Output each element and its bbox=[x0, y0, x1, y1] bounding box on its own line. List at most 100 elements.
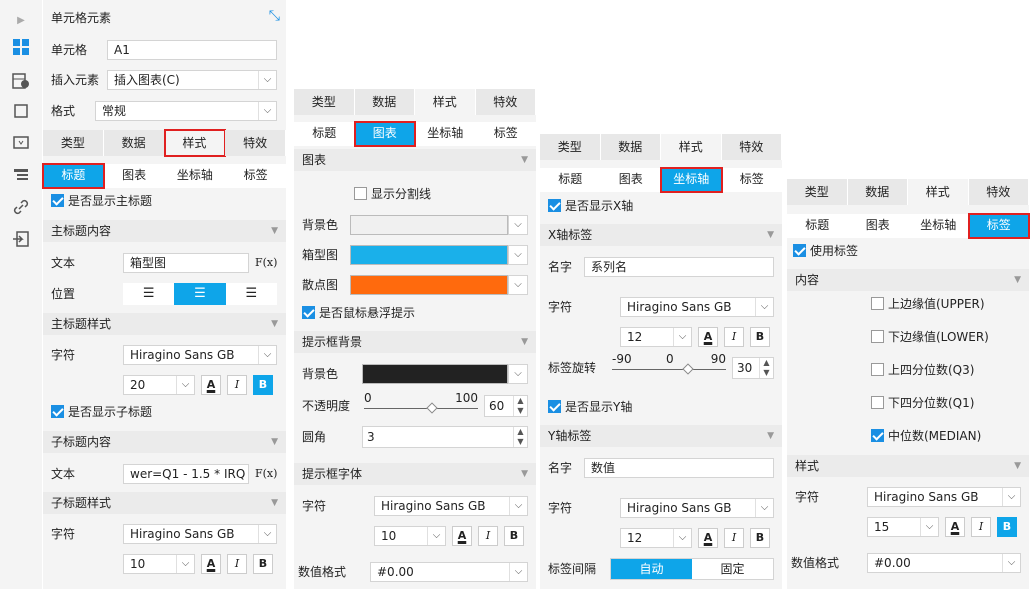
cell-element-icon[interactable] bbox=[12, 38, 30, 56]
q3-checkbox[interactable]: 上四分位数(Q3) bbox=[871, 362, 974, 378]
cell-input[interactable]: A1 bbox=[107, 40, 277, 60]
spinner-arrows-icon[interactable]: ▲ ▼ bbox=[513, 427, 527, 447]
median-checkbox[interactable]: 中位数(MEDIAN) bbox=[871, 428, 981, 444]
format-select[interactable]: 常规 ⌵ bbox=[95, 101, 277, 121]
slider-knob[interactable] bbox=[426, 402, 438, 414]
align-left-icon[interactable]: ☰ bbox=[123, 283, 174, 305]
subtab-chart[interactable]: 图表 bbox=[848, 214, 909, 238]
rotation-spinner[interactable]: 30 ▲ ▼ bbox=[732, 357, 774, 379]
section-x-label[interactable]: X轴标签 ▼ bbox=[540, 224, 782, 246]
x-name-input[interactable]: 系列名 bbox=[584, 257, 774, 277]
number-format-select[interactable]: #0.00 ⌵ bbox=[370, 562, 528, 582]
subtab-label[interactable]: 标签 bbox=[967, 213, 1030, 239]
show-sub-title-checkbox[interactable]: 是否显示子标题 bbox=[51, 404, 152, 420]
subtab-axis[interactable]: 坐标轴 bbox=[165, 164, 226, 188]
tab-type[interactable]: 类型 bbox=[43, 130, 104, 156]
show-y-axis-checkbox[interactable]: 是否显示Y轴 bbox=[548, 399, 632, 415]
gridline-checkbox[interactable]: 显示分割线 bbox=[354, 186, 431, 202]
subtab-chart[interactable]: 图表 bbox=[601, 168, 662, 192]
section-tip-bg[interactable]: 提示框背景 ▼ bbox=[294, 331, 536, 353]
tab-type[interactable]: 类型 bbox=[294, 89, 355, 115]
formula-icon[interactable]: F(x) bbox=[255, 253, 277, 273]
tab-data[interactable]: 数据 bbox=[600, 134, 661, 160]
font-color-icon[interactable]: A bbox=[201, 375, 221, 395]
font-color-icon[interactable]: A bbox=[201, 554, 221, 574]
tip-bg-swatch[interactable] bbox=[362, 364, 508, 384]
font-select[interactable]: Hiragino Sans GB ⌵ bbox=[620, 297, 774, 317]
scatter-color-swatch[interactable] bbox=[350, 275, 508, 295]
font-color-icon[interactable]: A bbox=[452, 526, 472, 546]
subtab-chart[interactable]: 图表 bbox=[353, 121, 416, 147]
bold-icon[interactable]: B bbox=[253, 554, 273, 574]
gap-auto-button[interactable]: 自动 bbox=[611, 559, 692, 579]
italic-icon[interactable]: I bbox=[478, 526, 498, 546]
number-format-select[interactable]: #0.00 ⌵ bbox=[867, 553, 1021, 573]
italic-icon[interactable]: I bbox=[227, 554, 247, 574]
section-tip-font[interactable]: 提示框字体 ▼ bbox=[294, 463, 536, 485]
font-select[interactable]: Hiragino Sans GB ⌵ bbox=[374, 496, 528, 516]
font-size-select[interactable]: 10 ⌵ bbox=[374, 526, 446, 546]
tab-effect[interactable]: 特效 bbox=[225, 130, 286, 156]
upper-checkbox[interactable]: 上边缘值(UPPER) bbox=[871, 296, 985, 312]
tab-style[interactable]: 样式 bbox=[661, 134, 722, 160]
list-icon[interactable] bbox=[12, 166, 30, 184]
widget-icon[interactable] bbox=[12, 102, 30, 120]
subtab-label[interactable]: 标签 bbox=[476, 122, 537, 146]
tab-style[interactable]: 样式 bbox=[908, 179, 969, 205]
y-name-input[interactable]: 数值 bbox=[584, 458, 774, 478]
form-icon[interactable] bbox=[12, 134, 30, 152]
tab-effect[interactable]: 特效 bbox=[475, 89, 536, 115]
rotation-slider[interactable]: -90 0 90 bbox=[612, 352, 726, 382]
tab-type[interactable]: 类型 bbox=[540, 134, 601, 160]
section-style[interactable]: 样式 ▼ bbox=[787, 455, 1029, 477]
font-color-icon[interactable]: A bbox=[698, 528, 718, 548]
bold-icon[interactable]: B bbox=[750, 327, 770, 347]
font-select[interactable]: Hiragino Sans GB ⌵ bbox=[867, 487, 1021, 507]
section-main-content[interactable]: 主标题内容 ▼ bbox=[43, 220, 286, 242]
subtab-title[interactable]: 标题 bbox=[787, 214, 848, 238]
bg-color-dropdown[interactable]: ⌵ bbox=[508, 215, 528, 235]
tip-bg-dropdown[interactable]: ⌵ bbox=[508, 364, 528, 384]
q1-checkbox[interactable]: 下四分位数(Q1) bbox=[871, 395, 974, 411]
tab-style[interactable]: 样式 bbox=[415, 89, 476, 115]
scatter-color-dropdown[interactable]: ⌵ bbox=[508, 275, 528, 295]
bold-icon[interactable]: B bbox=[750, 528, 770, 548]
show-main-title-checkbox[interactable]: 是否显示主标题 bbox=[51, 193, 152, 209]
section-sub-style[interactable]: 子标题样式 ▼ bbox=[43, 492, 286, 514]
gap-fixed-button[interactable]: 固定 bbox=[692, 559, 773, 579]
font-select[interactable]: Hiragino Sans GB ⌵ bbox=[123, 524, 277, 544]
cell-attribute-icon[interactable] bbox=[12, 72, 30, 90]
tab-style[interactable]: 样式 bbox=[163, 129, 227, 157]
tab-effect[interactable]: 特效 bbox=[968, 179, 1029, 205]
tab-type[interactable]: 类型 bbox=[787, 179, 848, 205]
use-label-checkbox[interactable]: 使用标签 bbox=[793, 243, 858, 259]
link-icon[interactable] bbox=[12, 198, 30, 216]
subtab-chart[interactable]: 图表 bbox=[104, 164, 165, 188]
font-color-icon[interactable]: A bbox=[945, 517, 965, 537]
main-title-input[interactable]: 箱型图 bbox=[123, 253, 249, 273]
font-size-select[interactable]: 15 ⌵ bbox=[867, 517, 939, 537]
font-color-icon[interactable]: A bbox=[698, 327, 718, 347]
slider-knob[interactable] bbox=[682, 363, 694, 375]
subtab-title[interactable]: 标题 bbox=[540, 168, 601, 192]
font-select[interactable]: Hiragino Sans GB ⌵ bbox=[123, 345, 277, 365]
font-select[interactable]: Hiragino Sans GB ⌵ bbox=[620, 498, 774, 518]
italic-icon[interactable]: I bbox=[724, 528, 744, 548]
expand-arrow-icon[interactable]: ▶ bbox=[12, 12, 30, 30]
subtab-label[interactable]: 标签 bbox=[225, 164, 286, 188]
section-chart[interactable]: 图表 ▼ bbox=[294, 149, 536, 171]
bold-icon[interactable]: B bbox=[504, 526, 524, 546]
opacity-slider[interactable]: 0 100 bbox=[364, 391, 478, 421]
hover-tip-checkbox[interactable]: 是否鼠标悬浮提示 bbox=[302, 305, 415, 321]
align-right-icon[interactable]: ☰ bbox=[226, 283, 277, 305]
font-size-select[interactable]: 12 ⌵ bbox=[620, 528, 692, 548]
opacity-spinner[interactable]: 60 ▲ ▼ bbox=[484, 395, 528, 417]
align-center-icon[interactable]: ☰ bbox=[174, 283, 226, 305]
subtab-title[interactable]: 标题 bbox=[42, 163, 105, 189]
box-color-dropdown[interactable]: ⌵ bbox=[508, 245, 528, 265]
tab-effect[interactable]: 特效 bbox=[721, 134, 782, 160]
subtab-axis[interactable]: 坐标轴 bbox=[415, 122, 476, 146]
sub-title-input[interactable]: wer=Q1 - 1.5 * IRQ bbox=[123, 464, 249, 484]
italic-icon[interactable]: I bbox=[971, 517, 991, 537]
subtab-title[interactable]: 标题 bbox=[294, 122, 355, 146]
